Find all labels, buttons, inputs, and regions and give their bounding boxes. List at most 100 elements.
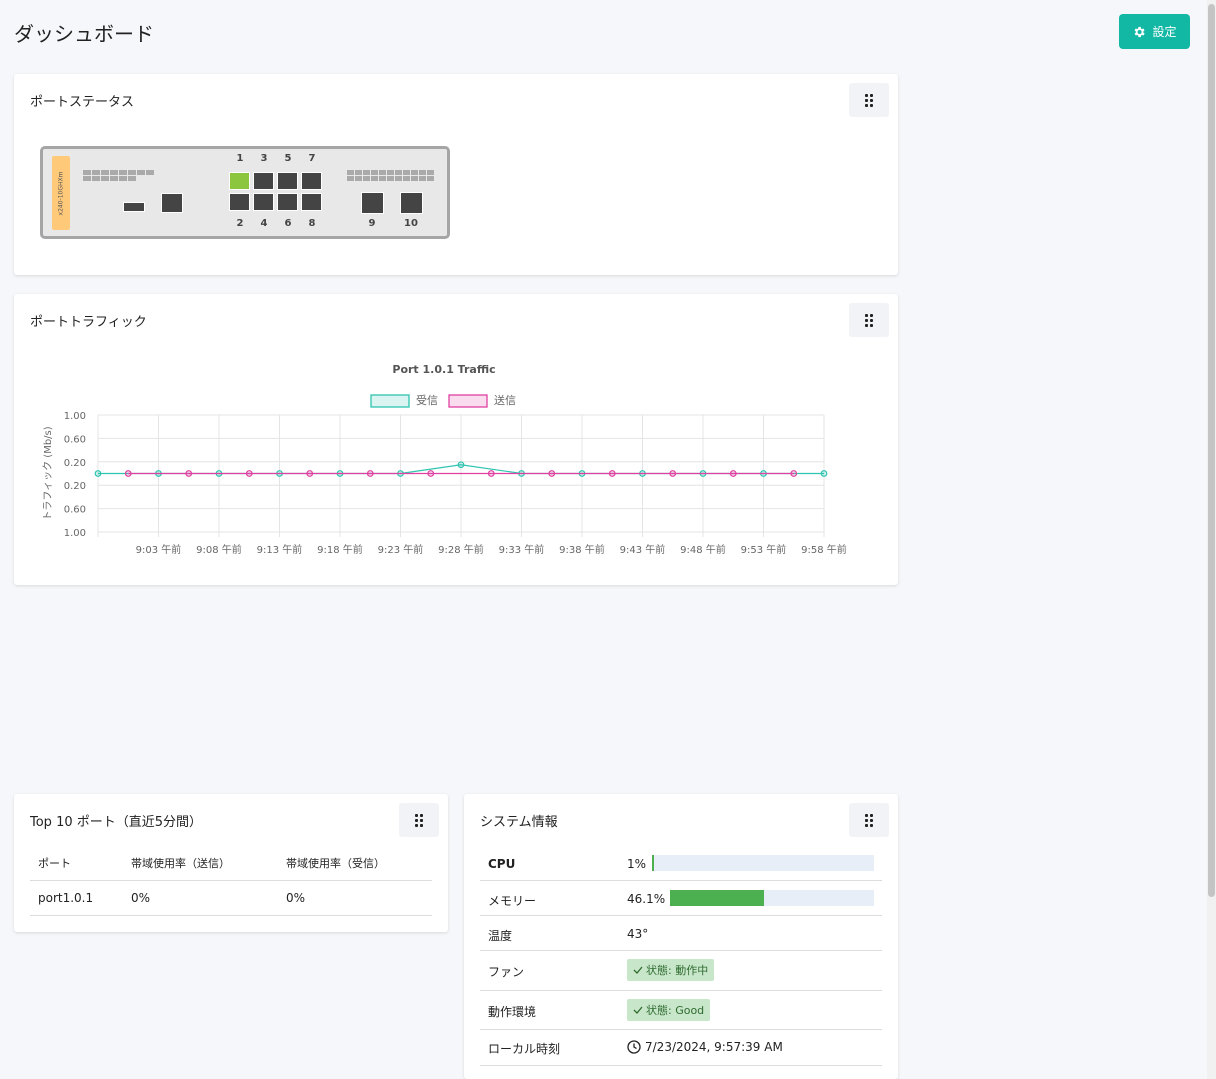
legend-swatch xyxy=(370,394,410,408)
data-point xyxy=(457,461,465,469)
temperature-label: 温度 xyxy=(488,929,513,943)
cell-tx: 0% xyxy=(123,880,278,916)
environment-value: 状態: Good xyxy=(627,999,711,1021)
cpu-row: CPU 1% xyxy=(480,846,882,881)
environment-row: 動作環境 状態: Good xyxy=(480,991,882,1030)
port-num-6: 6 xyxy=(284,218,292,229)
port-num-10: 10 xyxy=(404,218,418,229)
chart-title: Port 1.0.1 Traffic xyxy=(392,363,495,376)
settings-label: 設定 xyxy=(1152,25,1177,39)
y-tick-label: 1.00 xyxy=(64,528,86,539)
mgmt-port xyxy=(161,193,183,213)
port-6[interactable] xyxy=(277,193,298,211)
data-point xyxy=(729,470,737,477)
memory-value: 46.1% xyxy=(627,892,666,906)
x-tick-label: 9:08 午前 xyxy=(196,543,242,556)
port-traffic-card: ポートトラフィック Port 1.0.1 Traffic 受信 送信 1.00 0.60… xyxy=(14,294,898,585)
memory-bar-fill xyxy=(670,890,765,906)
x-tick-label: 9:28 午前 xyxy=(438,543,484,556)
x-tick-label: 9:38 午前 xyxy=(559,543,605,556)
port-num-9: 9 xyxy=(368,218,376,229)
data-point xyxy=(185,470,193,477)
page-title: ダッシュボード xyxy=(14,22,154,46)
environment-label: 動作環境 xyxy=(488,1005,537,1019)
table-row: port1.0.1 0% 0% xyxy=(30,880,432,916)
port-num-1: 1 xyxy=(236,153,244,164)
gear-icon xyxy=(1135,26,1146,37)
port-9[interactable] xyxy=(361,192,384,214)
temperature-row: 温度 43° xyxy=(480,916,882,951)
cpu-label: CPU xyxy=(488,857,516,871)
port-5[interactable] xyxy=(277,172,298,190)
model-label: x240-10GHXm xyxy=(52,156,70,230)
top10-table: ポート 帯域使用率（送信） 帯域使用率（受信） port1.0.1 0% 0% xyxy=(30,846,432,916)
check-icon xyxy=(633,966,643,974)
col-tx[interactable]: 帯域使用率（送信） xyxy=(123,846,278,881)
system-info-card: システム情報 CPU 1% メモリー 46.1% 温度 43° ファン 状態: … xyxy=(464,794,898,1079)
fan-row: ファン 状態: 動作中 xyxy=(480,951,882,991)
port-8[interactable] xyxy=(301,193,322,211)
data-point xyxy=(487,470,495,477)
port-1[interactable] xyxy=(229,172,250,190)
legend-label: 送信 xyxy=(494,393,516,407)
settings-button[interactable]: 設定 xyxy=(1119,14,1190,49)
temperature-value: 43° xyxy=(627,927,649,941)
console-port xyxy=(123,202,145,212)
port-num-8: 8 xyxy=(308,218,316,229)
table-header-row: ポート 帯域使用率（送信） 帯域使用率（受信） xyxy=(30,846,432,881)
memory-bar xyxy=(670,890,874,906)
port-7[interactable] xyxy=(301,172,322,190)
environment-status-text: 状態: Good xyxy=(646,1004,705,1017)
port-num-7: 7 xyxy=(308,153,316,164)
port-num-3: 3 xyxy=(260,153,268,164)
local-time-text: 7/23/2024, 9:57:39 AM xyxy=(645,1040,783,1054)
clock-icon xyxy=(627,1040,641,1054)
scrollbar-thumb[interactable] xyxy=(1208,4,1215,897)
fan-label: ファン xyxy=(488,965,525,979)
y-tick-label: 0.60 xyxy=(64,505,86,516)
cell-port: port1.0.1 xyxy=(30,880,123,916)
x-tick-label: 9:53 午前 xyxy=(741,543,787,556)
switch-panel: x240-10GHXm 1 3 5 7 2 4 6 8 9 10 xyxy=(40,146,450,239)
col-rx[interactable]: 帯域使用率（受信） xyxy=(278,846,432,881)
drag-dots-icon xyxy=(865,813,873,827)
top10-card: Top 10 ポート（直近5分間） ポート 帯域使用率（送信） 帯域使用率（受信… xyxy=(14,794,448,932)
top10-menu-button[interactable] xyxy=(399,803,439,837)
x-tick-label: 9:18 午前 xyxy=(317,543,363,556)
x-tick-label: 9:23 午前 xyxy=(378,543,424,556)
y-tick-label: 0.20 xyxy=(64,458,86,469)
data-point xyxy=(124,470,132,477)
port-status-title: ポートステータス xyxy=(30,95,135,110)
col-port[interactable]: ポート xyxy=(30,846,123,881)
environment-status-badge: 状態: Good xyxy=(627,999,711,1021)
data-point xyxy=(245,470,253,477)
cpu-bar-fill xyxy=(652,855,655,871)
cell-rx: 0% xyxy=(278,880,432,916)
local-time-value: 7/23/2024, 9:57:39 AM xyxy=(627,1040,783,1054)
x-tick-label: 9:13 午前 xyxy=(257,543,303,556)
local-time-label: ローカル時刻 xyxy=(488,1042,561,1056)
drag-dots-icon xyxy=(415,813,423,827)
data-point xyxy=(669,470,677,477)
port-10[interactable] xyxy=(400,192,423,214)
traffic-chart: Port 1.0.1 Traffic 受信 送信 1.00 0.60 0.20 0.20 0.… xyxy=(42,363,847,556)
y-tick-label: 0.60 xyxy=(64,434,86,445)
port-num-2: 2 xyxy=(236,218,244,229)
y-tick-label: 1.00 xyxy=(64,411,86,422)
system-info-menu-button[interactable] xyxy=(849,803,889,837)
data-point xyxy=(790,470,798,477)
port-status-card: ポートステータス x240-10GHXm 1 3 5 7 2 4 6 8 9 1… xyxy=(14,74,898,275)
data-point xyxy=(608,470,616,477)
system-info-title: システム情報 xyxy=(480,815,558,830)
port-num-5: 5 xyxy=(284,153,292,164)
memory-label: メモリー xyxy=(488,894,537,908)
port-3[interactable] xyxy=(253,172,274,190)
port-status-menu-button[interactable] xyxy=(849,83,889,117)
cpu-bar xyxy=(652,855,874,871)
port-4[interactable] xyxy=(253,193,274,211)
fan-status-badge: 状態: 動作中 xyxy=(627,959,715,981)
data-point xyxy=(427,470,435,477)
port-2[interactable] xyxy=(229,193,250,211)
data-point xyxy=(306,470,314,477)
memory-row: メモリー 46.1% xyxy=(480,881,882,916)
